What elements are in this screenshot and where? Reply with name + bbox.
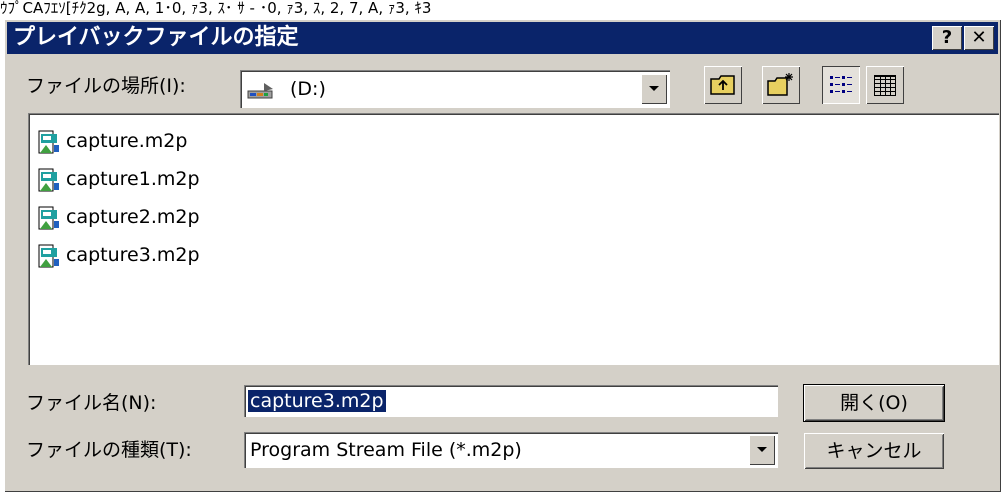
filename-label: ファイル名(N): [26, 392, 157, 414]
location-dropdown-arrow[interactable] [641, 74, 667, 104]
new-folder-button[interactable] [762, 66, 800, 104]
filetype-dropdown-arrow[interactable] [749, 435, 775, 465]
file-name: capture3.m2p [66, 244, 200, 266]
up-folder-button[interactable] [704, 66, 742, 104]
close-button[interactable]: ✕ [964, 26, 994, 50]
file-name: capture1.m2p [66, 168, 200, 190]
cancel-button[interactable]: キャンセル [804, 433, 944, 469]
filetype-combobox[interactable]: Program Stream File (*.m2p) [244, 432, 778, 468]
media-file-icon [36, 243, 62, 271]
location-combobox[interactable]: (D:) [240, 70, 670, 108]
filetype-label: ファイルの種類(T): [26, 439, 192, 461]
location-value: (D:) [290, 78, 326, 100]
help-button[interactable]: ? [932, 26, 962, 50]
list-view-button[interactable] [822, 66, 860, 104]
file-name: capture2.m2p [66, 206, 200, 228]
title-bar: プレイバックファイルの指定 ? ✕ [7, 22, 998, 54]
garbled-header-text: ｳﾌﾟCAﾌｴｿ[ﾁｸ2g, A, A, 1･0, ｧ3, ｽ･ ｻ - ･0,… [0, 0, 432, 17]
media-file-icon [36, 205, 62, 233]
file-name: capture.m2p [66, 130, 188, 152]
details-view-button[interactable] [866, 66, 904, 104]
media-file-icon [36, 129, 62, 157]
open-button[interactable]: 開く(O) [803, 384, 945, 422]
media-file-icon [36, 167, 62, 195]
list-view-icon [829, 74, 853, 100]
file-open-dialog: プレイバックファイルの指定 ? ✕ ファイルの場所(I): (D:) captu… [4, 19, 1001, 492]
window-title: プレイバックファイルの指定 [13, 25, 299, 50]
new-folder-icon [767, 72, 795, 102]
details-view-icon [873, 73, 897, 101]
location-label: ファイルの場所(I): [26, 75, 186, 97]
filename-value: capture3.m2p [248, 390, 386, 412]
file-list[interactable]: capture.m2p capture1.m2p capture2.m2p ca… [28, 113, 999, 365]
filetype-value: Program Stream File (*.m2p) [250, 439, 522, 461]
drive-icon [246, 79, 276, 101]
filename-input[interactable]: capture3.m2p [244, 385, 778, 417]
up-folder-icon [710, 73, 736, 101]
